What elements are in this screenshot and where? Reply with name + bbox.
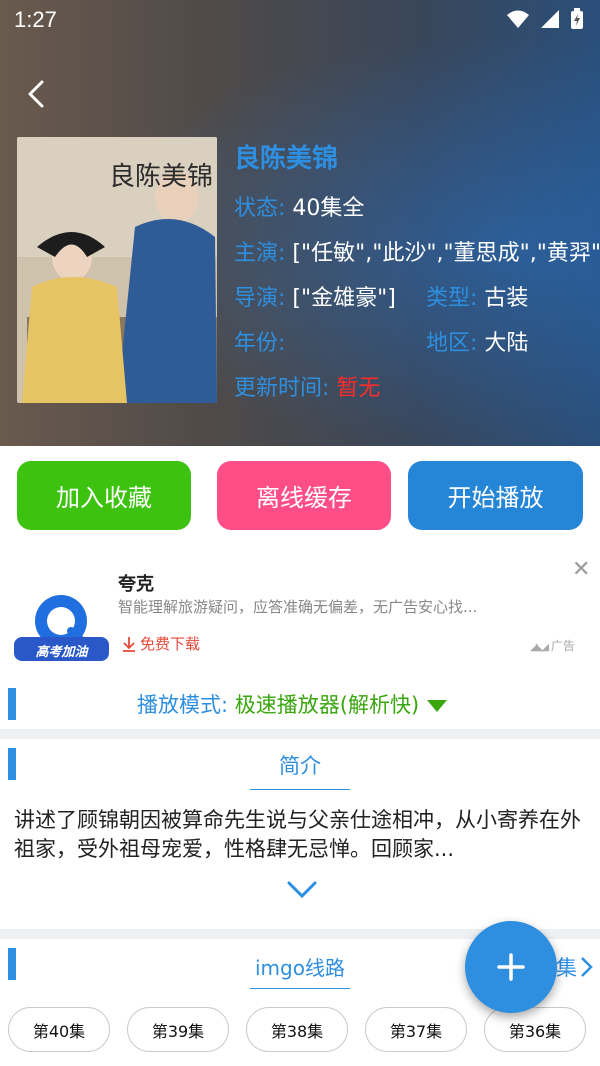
back-button[interactable] (18, 74, 58, 114)
status-row: 状态: 40集全 (234, 190, 364, 222)
region-value: 大陆 (484, 331, 529, 356)
divider (0, 729, 600, 739)
ad-tag: ◢◣◢ 广告 (530, 637, 575, 654)
quark-logo-icon: 高考加油 (14, 575, 109, 665)
poster-image: 良陈美锦 (17, 137, 217, 403)
close-icon[interactable]: ✕ (572, 557, 590, 582)
play-mode-value: 极速播放器(解析快) (234, 693, 420, 717)
action-buttons: 加入收藏 离线缓存 开始播放 (0, 461, 600, 531)
wifi-icon (507, 10, 529, 28)
cast-row: 主演: ["任敏","此沙","董思成","黄羿"] (234, 235, 600, 267)
chevron-left-icon (28, 80, 44, 108)
cast-label: 主演: (234, 241, 286, 266)
director-value: ["金雄豪"] (292, 286, 396, 311)
genre-label: 类型: (426, 286, 478, 311)
update-value: 暂无 (336, 376, 381, 401)
all-episodes-label: 集 (556, 956, 577, 980)
add-favorite-button[interactable]: 加入收藏 (17, 461, 191, 530)
expand-intro-button[interactable] (286, 878, 318, 902)
battery-icon (571, 8, 583, 29)
section-marker (8, 688, 16, 720)
ad-download-button[interactable]: 免费下载 (122, 633, 200, 654)
episode-button[interactable]: 第38集 (246, 1007, 348, 1052)
episode-button[interactable]: 第40集 (8, 1007, 110, 1052)
play-mode-selector[interactable]: 播放模式: 极速播放器(解析快) (137, 689, 448, 719)
genre-value: 古装 (484, 286, 529, 311)
status-bar: 1:27 (0, 0, 600, 40)
update-label: 更新时间: (234, 376, 330, 401)
intro-title: 简介 (279, 754, 321, 778)
ad-title: 夸克 (118, 574, 154, 595)
download-icon (123, 636, 135, 652)
section-marker (8, 748, 16, 780)
add-fab-button[interactable] (465, 921, 557, 1013)
intro-text: 讲述了顾锦朝因被算命先生说与父亲仕途相冲，从小寄养在外祖家，受外祖母宠爱，性格肆… (14, 808, 581, 861)
genre-row: 类型: 古装 (426, 280, 528, 312)
poster-art: 良陈美锦 (17, 137, 217, 403)
route-title[interactable]: imgo线路 (250, 952, 350, 981)
start-play-button[interactable]: 开始播放 (408, 461, 583, 530)
episode-button[interactable]: 第36集 (484, 1007, 586, 1052)
chevron-right-icon (581, 957, 593, 977)
status-label: 状态: (234, 196, 286, 221)
episode-button[interactable]: 第37集 (365, 1007, 467, 1052)
ad-description: 智能理解旅游疑问，应答准确无偏差，无广告安心找... (118, 598, 478, 616)
section-marker (8, 948, 16, 980)
episode-button[interactable]: 第39集 (127, 1007, 229, 1052)
play-mode-section: 播放模式: 极速播放器(解析快) (0, 684, 600, 728)
ad-download-label: 免费下载 (140, 635, 201, 653)
year-row: 年份: (234, 325, 285, 357)
poster-calligraphy: 良陈美锦 (109, 162, 213, 192)
offline-cache-button[interactable]: 离线缓存 (217, 461, 391, 530)
ad-tag-label: 广告 (550, 639, 575, 653)
cast-value: ["任敏","此沙","董思成","黄羿"] (292, 241, 600, 266)
route-underline (250, 988, 350, 989)
year-label: 年份: (234, 331, 286, 356)
drama-title: 良陈美锦 (234, 144, 339, 174)
intro-underline (250, 789, 350, 790)
director-row: 导演: ["金雄豪"] (234, 280, 396, 312)
episode-list: 第40集 第39集 第38集 第37集 第36集 (0, 1007, 600, 1053)
ad-logo-badge: 高考加油 (35, 645, 88, 660)
dropdown-triangle-icon (426, 700, 447, 712)
status-value: 40集全 (292, 196, 365, 221)
all-episodes-link[interactable]: 集 (556, 952, 595, 982)
ad-tag-mark-icon: ◢◣◢ (530, 642, 549, 653)
signal-icon (541, 10, 559, 28)
update-row: 更新时间: 暂无 (234, 370, 380, 402)
chevron-down-icon (287, 881, 317, 899)
ad-banner[interactable]: 高考加油 夸克 智能理解旅游疑问，应答准确无偏差，无广告安心找... 免费下载 … (0, 555, 600, 667)
region-row: 地区: 大陆 (426, 325, 528, 357)
status-icons (506, 8, 584, 30)
region-label: 地区: (426, 331, 478, 356)
director-label: 导演: (234, 286, 286, 311)
play-mode-label: 播放模式: (137, 693, 229, 717)
status-time: 1:27 (14, 7, 57, 32)
plus-icon (497, 953, 525, 981)
